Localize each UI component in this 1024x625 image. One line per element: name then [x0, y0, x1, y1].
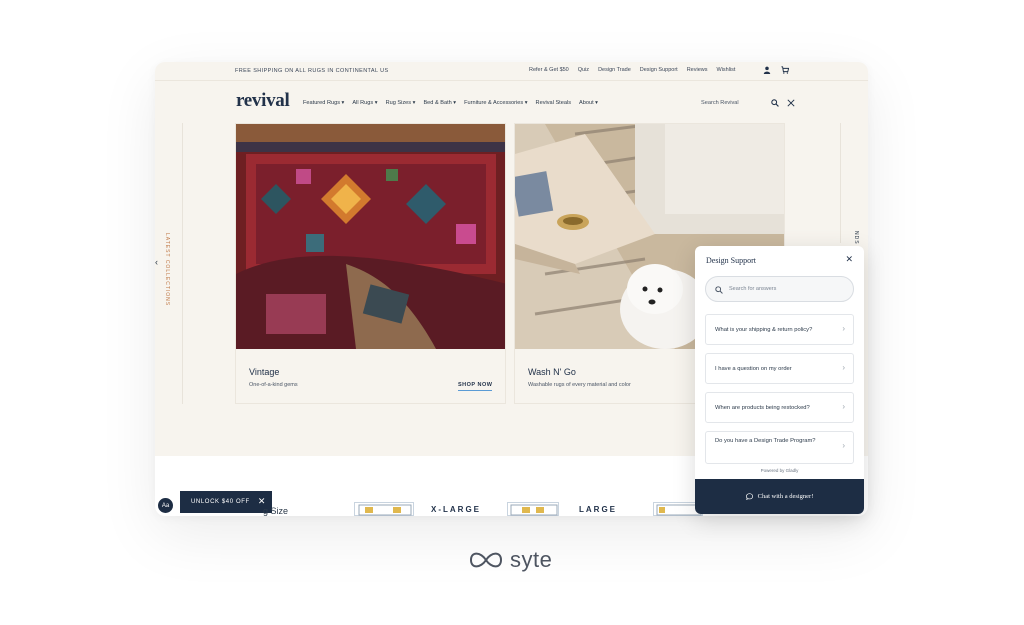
link-quiz[interactable]: Quiz	[578, 67, 589, 73]
menu-rug-sizes[interactable]: Rug Sizes ▾	[386, 100, 416, 106]
chat-with-designer-button[interactable]: Chat with a designer!	[695, 479, 864, 514]
link-reviews[interactable]: Reviews	[687, 67, 708, 73]
syte-brand: syte	[468, 547, 552, 573]
chevron-right-icon: ›	[842, 363, 845, 372]
search-icon[interactable]	[771, 99, 779, 107]
top-icons	[763, 66, 789, 74]
latest-collections-tab[interactable]: ‹ LATEST COLLECTIONS	[155, 123, 183, 404]
size-swatch-xlarge[interactable]	[354, 502, 414, 516]
faq-item-order[interactable]: I have a question on my order ›	[705, 353, 854, 384]
logo[interactable]: revival	[236, 90, 290, 112]
powered-by-label: Powered by Gladly	[760, 468, 799, 473]
faq-question: Do you have a Design Trade Program?	[715, 438, 816, 444]
syte-logo-icon	[469, 552, 503, 568]
menu-furniture[interactable]: Furniture & Accessories ▾	[464, 100, 527, 106]
chat-bubble-icon	[745, 493, 753, 500]
right-side-tab[interactable]: NDS	[840, 123, 868, 245]
main-nav: revival Featured Rugs ▾ All Rugs ▾ Rug S…	[155, 80, 868, 122]
top-bar: FREE SHIPPING ON ALL RUGS IN CONTINENTAL…	[155, 62, 868, 80]
unlock-label: UNLOCK $40 OFF	[191, 499, 250, 505]
right-side-label: NDS	[853, 231, 859, 245]
nav-menu: Featured Rugs ▾ All Rugs ▾ Rug Sizes ▾ B…	[303, 100, 598, 106]
syte-wordmark: syte	[510, 547, 553, 572]
card-subtitle-wash-n-go: Washable rugs of every material and colo…	[528, 382, 631, 388]
size-swatch-large[interactable]	[507, 502, 559, 516]
card-subtitle-vintage: One-of-a-kind gems	[249, 382, 298, 388]
menu-about[interactable]: About ▾	[579, 100, 598, 106]
promo-text: FREE SHIPPING ON ALL RUGS IN CONTINENTAL…	[235, 68, 389, 74]
menu-all-rugs[interactable]: All Rugs ▾	[352, 100, 377, 106]
latest-collections-label: LATEST COLLECTIONS	[164, 233, 170, 307]
chevron-right-icon: ›	[842, 441, 845, 450]
chat-search-placeholder: Search for answers	[729, 286, 777, 292]
chevron-left-icon[interactable]: ‹	[155, 257, 158, 267]
search-label[interactable]: Search Revival	[701, 100, 739, 106]
design-support-chat: Design Support ✕ Search for answers What…	[695, 246, 864, 514]
close-icon[interactable]	[787, 99, 795, 107]
chat-close-icon[interactable]: ✕	[845, 254, 853, 265]
faq-item-design-trade[interactable]: Do you have a Design Trade Program? ›	[705, 431, 854, 464]
chat-cta-label: Chat with a designer!	[757, 493, 814, 500]
link-refer[interactable]: Refer & Get $50	[529, 67, 569, 73]
nav-icons	[771, 99, 795, 107]
card-title-vintage[interactable]: Vintage	[249, 367, 279, 377]
link-design-trade[interactable]: Design Trade	[598, 67, 631, 73]
faq-question: What is your shipping & return policy?	[715, 327, 813, 333]
chevron-right-icon: ›	[842, 402, 845, 411]
chat-search-input[interactable]: Search for answers	[705, 276, 854, 302]
chevron-right-icon: ›	[842, 324, 845, 333]
collection-card-vintage[interactable]: Vintage One-of-a-kind gems SHOP NOW	[235, 123, 506, 404]
faq-question: When are products being restocked?	[715, 405, 810, 411]
menu-featured-rugs[interactable]: Featured Rugs ▾	[303, 100, 344, 106]
link-design-support[interactable]: Design Support	[640, 67, 678, 73]
accessibility-button[interactable]: Aa	[158, 498, 173, 513]
shop-now-link[interactable]: SHOP NOW	[458, 382, 493, 391]
size-xlarge-label[interactable]: X-LARGE	[431, 505, 481, 514]
shop-by-size-label: g Size	[263, 506, 289, 516]
chat-search-icon	[715, 286, 723, 294]
faq-item-restock[interactable]: When are products being restocked? ›	[705, 392, 854, 423]
menu-bed-bath[interactable]: Bed & Bath ▾	[423, 100, 456, 106]
card-title-wash-n-go[interactable]: Wash N' Go	[528, 367, 576, 377]
faq-question: I have a question on my order	[715, 366, 792, 372]
top-links: Refer & Get $50 Quiz Design Trade Design…	[529, 67, 735, 73]
user-icon[interactable]	[763, 66, 771, 74]
link-wishlist[interactable]: Wishlist	[717, 67, 736, 73]
menu-revival-steals[interactable]: Revival Steals	[536, 100, 571, 106]
vintage-rug-image	[236, 124, 505, 349]
unlock-discount-banner[interactable]: UNLOCK $40 OFF ✕	[180, 491, 272, 513]
cart-icon[interactable]	[781, 66, 789, 74]
size-large-label[interactable]: LARGE	[579, 505, 617, 514]
chat-title: Design Support	[706, 256, 756, 265]
faq-item-shipping[interactable]: What is your shipping & return policy? ›	[705, 314, 854, 345]
